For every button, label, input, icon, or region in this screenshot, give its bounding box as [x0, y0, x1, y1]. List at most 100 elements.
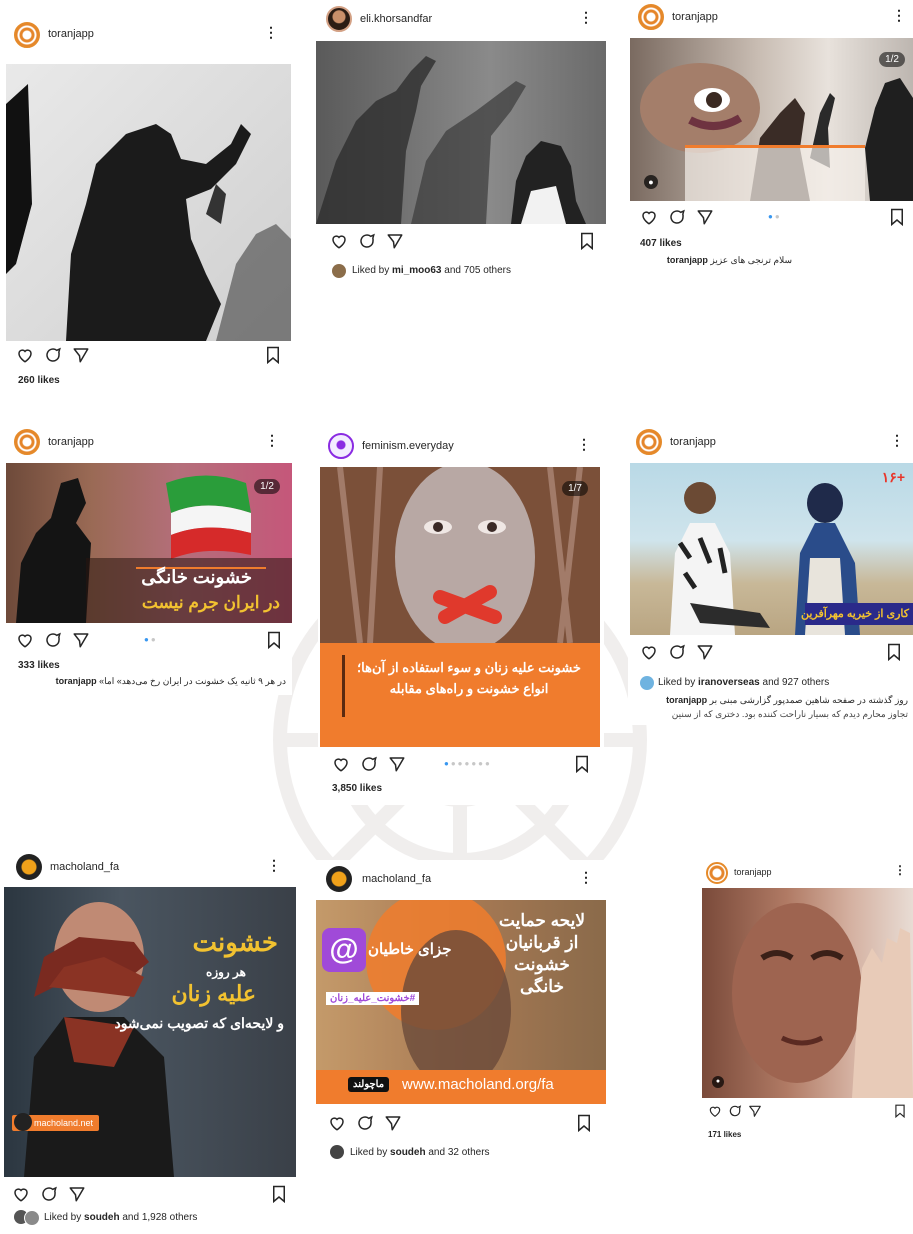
comment-icon[interactable] — [356, 1114, 374, 1132]
comment-icon[interactable] — [728, 1104, 742, 1118]
likes-count[interactable]: 407 likes — [640, 238, 682, 249]
liked-by-others[interactable]: and 1,928 others — [122, 1212, 197, 1223]
share-icon[interactable] — [748, 1104, 762, 1118]
avatar[interactable] — [328, 433, 354, 459]
comment-icon[interactable] — [358, 232, 376, 250]
username[interactable]: feminism.everyday — [362, 440, 454, 452]
share-icon[interactable] — [68, 1185, 86, 1203]
post-card-8: macholand_fa ⋮ @ جزای خاطیان #خشونت_علیه… — [314, 860, 606, 1170]
post-card-3: toranjapp ⋮ 1/2 ● ●● 407 likes سلام ترنج… — [628, 0, 913, 275]
more-icon[interactable]: ⋮ — [264, 24, 278, 41]
comment-icon[interactable] — [44, 631, 62, 649]
caption-username[interactable]: toranjapp — [56, 676, 97, 686]
avatar[interactable] — [326, 6, 352, 32]
post-image[interactable]: ● — [702, 888, 913, 1098]
share-icon[interactable] — [696, 643, 714, 661]
post-image[interactable]: ۱۶+ کاری از خیریه مهرآفرین — [630, 463, 913, 635]
liked-by-user[interactable]: mi_moo63 — [392, 265, 441, 276]
post-image[interactable]: 1/2 ● — [630, 38, 913, 201]
bookmark-icon[interactable] — [576, 1114, 592, 1132]
share-icon[interactable] — [384, 1114, 402, 1132]
more-icon[interactable]: ⋮ — [577, 436, 591, 453]
more-icon[interactable]: ⋮ — [892, 7, 906, 24]
comment-icon[interactable] — [44, 346, 62, 364]
username[interactable]: eli.khorsandfar — [360, 13, 432, 25]
caption-username[interactable]: toranjapp — [667, 255, 708, 265]
heart-icon[interactable] — [12, 1185, 30, 1203]
liked-by-user[interactable]: soudeh — [390, 1147, 426, 1158]
avatar[interactable] — [326, 866, 352, 892]
share-icon[interactable] — [696, 208, 714, 226]
username[interactable]: toranjapp — [672, 11, 718, 23]
heart-icon[interactable] — [328, 1114, 346, 1132]
more-icon[interactable]: ⋮ — [579, 9, 593, 26]
liked-by-text[interactable]: Liked by soudeh and 1,928 others — [44, 1212, 197, 1223]
heart-icon[interactable] — [16, 346, 34, 364]
post-image[interactable] — [316, 41, 606, 224]
heart-icon[interactable] — [708, 1104, 722, 1118]
likes-count[interactable]: 260 likes — [18, 375, 60, 386]
avatar[interactable] — [16, 854, 42, 880]
username[interactable]: toranjapp — [48, 436, 94, 448]
avatar[interactable] — [14, 22, 40, 48]
post-image[interactable] — [6, 64, 291, 341]
comment-icon[interactable] — [360, 755, 378, 773]
liked-by-avatar — [332, 264, 346, 278]
post-image[interactable]: 1/2 خشونت خانگی در ایران جرم نیست — [6, 463, 292, 623]
liked-by-user[interactable]: iranoverseas — [698, 677, 760, 688]
likes-count[interactable]: 3,850 likes — [332, 783, 382, 794]
post-image[interactable]: خشونت هر روزه علیه زنان و لایحه‌ای که تص… — [4, 887, 296, 1177]
more-icon[interactable]: ⋮ — [267, 857, 281, 874]
post-image[interactable]: @ جزای خاطیان #خشونت_علیه_زنان لایحه حما… — [316, 900, 606, 1104]
bookmark-icon[interactable] — [265, 346, 281, 364]
bookmark-icon[interactable] — [886, 643, 902, 661]
liked-by-user[interactable]: soudeh — [84, 1212, 120, 1223]
action-bar — [708, 1104, 906, 1126]
comment-icon[interactable] — [40, 1185, 58, 1203]
carousel-counter: 1/2 — [254, 479, 280, 494]
share-icon[interactable] — [388, 755, 406, 773]
share-icon[interactable] — [72, 631, 90, 649]
username[interactable]: macholand_fa — [362, 873, 431, 885]
more-icon[interactable]: ⋮ — [894, 863, 906, 877]
liked-by-others[interactable]: and 705 others — [444, 265, 511, 276]
liked-by-others[interactable]: and 32 others — [428, 1147, 489, 1158]
comment-icon[interactable] — [668, 208, 686, 226]
likes-count[interactable]: 333 likes — [18, 660, 60, 671]
bookmark-icon[interactable] — [579, 232, 595, 250]
bookmark-icon[interactable] — [889, 208, 905, 226]
liked-by-others[interactable]: and 927 others — [763, 677, 830, 688]
user-tag-icon[interactable]: ● — [712, 1076, 724, 1088]
avatar[interactable] — [638, 4, 664, 30]
liked-by-text[interactable]: Liked by iranoverseas and 927 others — [658, 677, 829, 688]
username[interactable]: toranjapp — [670, 436, 716, 448]
avatar[interactable] — [14, 429, 40, 455]
avatar[interactable] — [636, 429, 662, 455]
username[interactable]: toranjapp — [48, 28, 94, 40]
heart-icon[interactable] — [330, 232, 348, 250]
username[interactable]: toranjapp — [734, 867, 772, 877]
bookmark-icon[interactable] — [266, 631, 282, 649]
heart-icon[interactable] — [16, 631, 34, 649]
more-icon[interactable]: ⋮ — [265, 432, 279, 449]
more-icon[interactable]: ⋮ — [579, 869, 593, 886]
share-icon[interactable] — [386, 232, 404, 250]
user-tag-icon[interactable]: ● — [644, 175, 658, 189]
avatar[interactable] — [706, 862, 728, 884]
liked-by-text[interactable]: Liked by soudeh and 32 others — [350, 1147, 490, 1158]
bookmark-icon[interactable] — [894, 1104, 906, 1118]
caption-username[interactable]: toranjapp — [666, 695, 707, 705]
comment-icon[interactable] — [668, 643, 686, 661]
heart-icon[interactable] — [640, 208, 658, 226]
bookmark-icon[interactable] — [574, 755, 590, 773]
post-card-2: eli.khorsandfar ⋮ Liked by mi_moo63 and … — [316, 0, 606, 290]
heart-icon[interactable] — [332, 755, 350, 773]
more-icon[interactable]: ⋮ — [890, 432, 904, 449]
likes-count[interactable]: 171 likes — [708, 1130, 741, 1139]
username[interactable]: macholand_fa — [50, 861, 119, 873]
post-image[interactable]: خشونت علیه زنان و سوء استفاده از آن‌ها؛ … — [320, 467, 600, 747]
bookmark-icon[interactable] — [271, 1185, 287, 1203]
heart-icon[interactable] — [640, 643, 658, 661]
share-icon[interactable] — [72, 346, 90, 364]
liked-by-text[interactable]: Liked by mi_moo63 and 705 others — [352, 265, 511, 276]
